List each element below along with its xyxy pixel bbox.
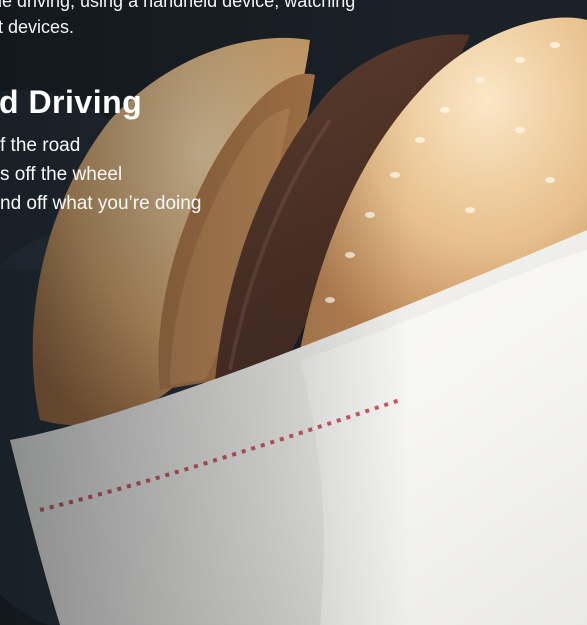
section-heading: d Driving <box>0 84 143 120</box>
list-item: nd off what you’re doing <box>0 193 202 214</box>
intro-line-1: le driving, using a handheld device, wat… <box>0 0 356 11</box>
hero-banner: le driving, using a handheld device, wat… <box>0 0 587 625</box>
intro-line-2: t devices. <box>0 17 75 37</box>
list-item: f the road <box>0 135 81 156</box>
distraction-list: f the road s off the wheel nd off what y… <box>0 131 201 218</box>
list-item: s off the wheel <box>0 164 123 185</box>
intro-paragraph: le driving, using a handheld device, wat… <box>0 0 468 40</box>
